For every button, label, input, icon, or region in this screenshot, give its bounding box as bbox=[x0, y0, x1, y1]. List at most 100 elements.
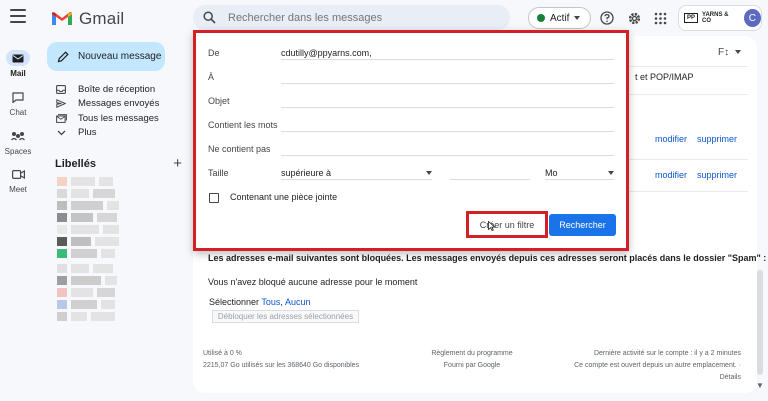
send-icon bbox=[55, 99, 67, 109]
label-item[interactable] bbox=[57, 201, 137, 210]
font-size-icon: F↕ bbox=[718, 47, 730, 58]
rail-label: Chat bbox=[9, 108, 27, 117]
search-button[interactable]: Rechercher bbox=[549, 214, 616, 236]
search-input[interactable] bbox=[228, 11, 498, 24]
chevron-down-icon bbox=[55, 130, 67, 136]
apps-grid-icon[interactable] bbox=[652, 10, 668, 26]
storage-text: 2215,07 Go utilisés sur les 368640 Go di… bbox=[203, 362, 360, 369]
chevron-down-icon bbox=[426, 170, 432, 175]
delete-link[interactable]: supprimer bbox=[697, 134, 737, 144]
sidebar-item-label: Plus bbox=[78, 127, 97, 139]
size-unit-select[interactable]: Mo bbox=[545, 166, 614, 180]
label-item[interactable] bbox=[57, 237, 137, 246]
avatar[interactable]: C bbox=[743, 9, 761, 27]
to-label: À bbox=[208, 72, 215, 82]
account-chip[interactable]: PP YARNS & CO C bbox=[678, 5, 762, 31]
add-label-icon[interactable]: + bbox=[173, 155, 182, 172]
font-size-dropdown[interactable]: F↕ bbox=[718, 47, 741, 58]
sidebar-item-label: Boîte de réception bbox=[78, 83, 156, 95]
rail-label: Mail bbox=[10, 69, 26, 78]
select-none-link[interactable]: Aucun bbox=[285, 297, 311, 307]
program-policies-link[interactable]: Règlement du programme bbox=[428, 348, 516, 360]
details-link[interactable]: Détails bbox=[555, 372, 741, 384]
compose-button[interactable]: Nouveau message bbox=[47, 42, 165, 71]
sidebar-item-more[interactable]: Plus bbox=[55, 126, 185, 141]
program-info: Règlement du programme Fourni par Google bbox=[428, 348, 516, 372]
unblock-button[interactable]: Débloquer les adresses sélectionnées bbox=[212, 310, 359, 323]
compose-label: Nouveau message bbox=[78, 51, 162, 62]
create-filter-button[interactable]: Créer un filtre bbox=[470, 215, 544, 234]
has-words-label: Contient les mots bbox=[208, 120, 278, 130]
size-operator-value: supérieure à bbox=[281, 167, 332, 178]
video-camera-icon bbox=[6, 166, 30, 182]
delete-link[interactable]: supprimer bbox=[697, 170, 737, 180]
search-bar[interactable] bbox=[193, 5, 510, 30]
provided-by-text: Fourni par Google bbox=[443, 362, 501, 369]
sidebar-item-label: Tous les messages bbox=[78, 112, 159, 124]
chat-icon bbox=[6, 89, 30, 105]
label-item[interactable] bbox=[57, 225, 137, 234]
label-item[interactable] bbox=[57, 312, 137, 321]
label-item[interactable] bbox=[57, 276, 137, 285]
search-filter-dialog: De À Objet Contient les mots Ne contient… bbox=[193, 30, 629, 251]
labels-list-blurred bbox=[57, 177, 137, 324]
last-activity-text: Dernière activité sur le compte : il y a… bbox=[593, 350, 741, 357]
select-prefix: Sélectionner bbox=[209, 297, 260, 307]
label-item[interactable] bbox=[57, 213, 137, 222]
app-title: Gmail bbox=[79, 9, 125, 28]
to-field[interactable] bbox=[281, 70, 614, 84]
label-item[interactable] bbox=[57, 189, 137, 198]
no-words-label: Ne contient pas bbox=[208, 144, 271, 154]
main-menu-icon[interactable] bbox=[10, 9, 26, 23]
subject-field[interactable] bbox=[281, 94, 614, 108]
brand-name: YARNS & CO bbox=[702, 12, 729, 24]
search-icon[interactable] bbox=[203, 11, 216, 24]
chevron-down-icon bbox=[608, 170, 614, 175]
select-all-link[interactable]: Tous bbox=[261, 297, 280, 307]
sidebar-nav: Boîte de réception Messages envoyés Tous… bbox=[55, 82, 185, 140]
sidebar-item-sent[interactable]: Messages envoyés bbox=[55, 97, 185, 112]
mouse-cursor-icon bbox=[488, 221, 496, 231]
nav-rail: Mail Chat Spaces Meet bbox=[0, 0, 36, 401]
gear-icon[interactable] bbox=[626, 10, 642, 26]
pop-imap-tab[interactable]: t et POP/IMAP bbox=[635, 72, 694, 82]
size-value-field[interactable] bbox=[450, 166, 530, 180]
rail-item-spaces[interactable]: Spaces bbox=[0, 128, 36, 156]
from-field[interactable] bbox=[281, 46, 614, 60]
inbox-icon bbox=[55, 84, 67, 94]
from-label: De bbox=[208, 48, 220, 58]
chevron-down-icon bbox=[734, 50, 741, 55]
labels-header: Libellés + bbox=[55, 155, 182, 172]
has-words-field[interactable] bbox=[281, 118, 614, 132]
label-item[interactable] bbox=[57, 288, 137, 297]
help-icon[interactable] bbox=[599, 10, 615, 26]
label-item[interactable] bbox=[57, 249, 137, 258]
pencil-icon bbox=[57, 50, 69, 62]
sidebar-item-inbox[interactable]: Boîte de réception bbox=[55, 82, 185, 97]
no-words-field[interactable] bbox=[281, 142, 614, 156]
chevron-down-icon bbox=[574, 16, 581, 20]
scroll-down-arrow-icon[interactable]: ▼ bbox=[756, 381, 764, 390]
rail-item-chat[interactable]: Chat bbox=[0, 89, 36, 117]
has-attachment-checkbox[interactable] bbox=[209, 193, 219, 203]
activity-info: Dernière activité sur le compte : il y a… bbox=[555, 348, 741, 384]
size-unit-value: Mo bbox=[545, 167, 558, 178]
sidebar-item-all-mail[interactable]: Tous les messages bbox=[55, 111, 185, 126]
gmail-logo[interactable]: Gmail bbox=[51, 9, 124, 29]
size-operator-select[interactable]: supérieure à bbox=[281, 166, 432, 180]
spaces-icon bbox=[6, 128, 30, 144]
label-item[interactable] bbox=[57, 264, 137, 273]
label-item[interactable] bbox=[57, 300, 137, 309]
status-dropdown[interactable]: Actif bbox=[528, 7, 591, 29]
scrollbar[interactable] bbox=[757, 270, 763, 375]
rail-item-meet[interactable]: Meet bbox=[0, 166, 36, 194]
label-item[interactable] bbox=[57, 177, 137, 186]
mail-icon bbox=[6, 50, 30, 66]
modify-link[interactable]: modifier bbox=[655, 170, 687, 180]
blocked-empty-message: Vous n'avez bloqué aucune adresse pour l… bbox=[208, 277, 418, 287]
all-mail-icon bbox=[55, 113, 67, 123]
sidebar-item-label: Messages envoyés bbox=[78, 98, 160, 110]
modify-link[interactable]: modifier bbox=[655, 134, 687, 144]
select-line: Sélectionner Tous, Aucun bbox=[209, 297, 310, 307]
rail-item-mail[interactable]: Mail bbox=[0, 50, 36, 78]
